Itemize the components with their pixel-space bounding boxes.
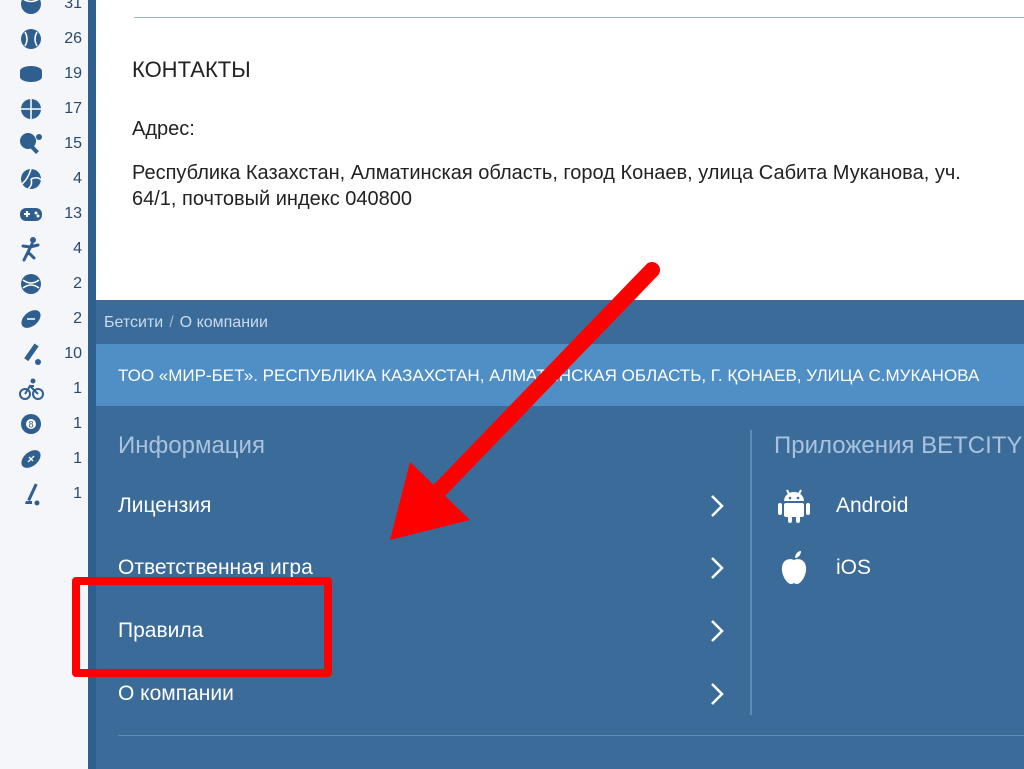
- sport-item[interactable]: 2: [18, 305, 82, 333]
- sport-count: 31: [64, 0, 82, 12]
- sport-item[interactable]: 10: [18, 340, 82, 368]
- sport-count: 2: [73, 275, 82, 292]
- sport-count: 2: [73, 310, 82, 327]
- footer: Бетсити / О компании ТОО «МИР-БЕТ». РЕСПУБ…: [96, 300, 1024, 769]
- sport-count: 15: [64, 135, 82, 152]
- cricket-icon: [18, 341, 44, 367]
- info-link-label: Лицензия: [118, 494, 212, 517]
- sport-item[interactable]: 19: [18, 60, 82, 88]
- golf-icon: [18, 481, 44, 507]
- svg-text:8: 8: [28, 420, 33, 430]
- address-text: Республика Казахстан, Алматинская област…: [132, 162, 961, 210]
- annotation-highlight-box: [72, 577, 332, 677]
- sport-count: 4: [73, 170, 82, 187]
- sport-count: 4: [73, 240, 82, 257]
- sport-count: 19: [64, 65, 82, 82]
- chevron-right-icon: [706, 680, 728, 708]
- sport-count: 1: [73, 380, 82, 397]
- baseball-icon: [18, 26, 44, 52]
- app-link-ios[interactable]: iOS: [776, 548, 871, 588]
- info-link-label: О компании: [118, 682, 234, 705]
- sport-item[interactable]: 81: [18, 410, 82, 438]
- contacts-title: КОНТАКТЫ: [132, 57, 251, 82]
- sport-count: 1: [73, 450, 82, 467]
- sport-count: 10: [64, 345, 82, 362]
- cycling-icon: [18, 376, 44, 402]
- column-divider: [750, 430, 752, 715]
- billiards-icon: 8: [18, 411, 44, 437]
- apps-section-title: Приложения BETCITY: [774, 432, 1023, 459]
- address-label: Адрес:: [132, 118, 195, 140]
- sport-item[interactable]: 1: [18, 375, 82, 403]
- breadcrumb-separator: /: [169, 314, 174, 331]
- app-label: iOS: [836, 556, 872, 579]
- basketball-icon: [18, 96, 44, 122]
- sport-item[interactable]: 1: [18, 445, 82, 473]
- breadcrumb-home[interactable]: Бетсити: [104, 314, 163, 331]
- breadcrumb: Бетсити / О компании: [104, 314, 268, 332]
- sport-item[interactable]: 31: [18, 0, 82, 18]
- info-link-license[interactable]: Лицензия: [118, 486, 728, 526]
- water-polo-icon: [18, 271, 44, 297]
- sport-item[interactable]: 4: [18, 165, 82, 193]
- handball-icon: [18, 236, 44, 262]
- american-football-icon: [18, 446, 44, 472]
- hockey-puck-icon: [18, 61, 44, 87]
- breadcrumb-current: О компании: [179, 314, 268, 331]
- sport-item[interactable]: 1: [18, 480, 82, 508]
- chevron-right-icon: [706, 617, 728, 645]
- info-section-title: Информация: [118, 432, 265, 459]
- rugby-icon: [18, 306, 44, 332]
- divider: [134, 17, 1024, 18]
- sport-count: 17: [64, 100, 82, 117]
- gamepad-icon: [18, 201, 44, 227]
- app-label: Android: [836, 494, 909, 517]
- chevron-right-icon: [706, 554, 728, 582]
- tennis-icon: [18, 0, 44, 17]
- volleyball-icon: [18, 166, 44, 192]
- sport-count: 1: [73, 415, 82, 432]
- app-link-android[interactable]: Android: [776, 486, 908, 526]
- footer-divider: [118, 735, 1024, 736]
- table-tennis-icon: [18, 131, 44, 157]
- sport-count: 13: [64, 205, 82, 222]
- android-icon: [776, 488, 812, 524]
- info-link-about[interactable]: О компании: [118, 674, 728, 714]
- sport-item[interactable]: 13: [18, 200, 82, 228]
- sport-count: 1: [73, 485, 82, 502]
- contacts-panel: КОНТАКТЫ Адрес: Республика Казахстан, Ал…: [96, 0, 1024, 300]
- apple-icon: [776, 550, 812, 586]
- sport-item[interactable]: 15: [18, 130, 82, 158]
- sport-count: 26: [64, 30, 82, 47]
- chevron-right-icon: [706, 492, 728, 520]
- company-info-bar: ТОО «МИР-БЕТ». РЕСПУБЛИКА КАЗАХСТАН, АЛМ…: [96, 344, 1024, 406]
- company-info-text: ТОО «МИР-БЕТ». РЕСПУБЛИКА КАЗАХСТАН, АЛМ…: [118, 366, 980, 385]
- sport-item[interactable]: 17: [18, 95, 82, 123]
- sport-item[interactable]: 26: [18, 25, 82, 53]
- sport-item[interactable]: 4: [18, 235, 82, 263]
- sport-item[interactable]: 2: [18, 270, 82, 298]
